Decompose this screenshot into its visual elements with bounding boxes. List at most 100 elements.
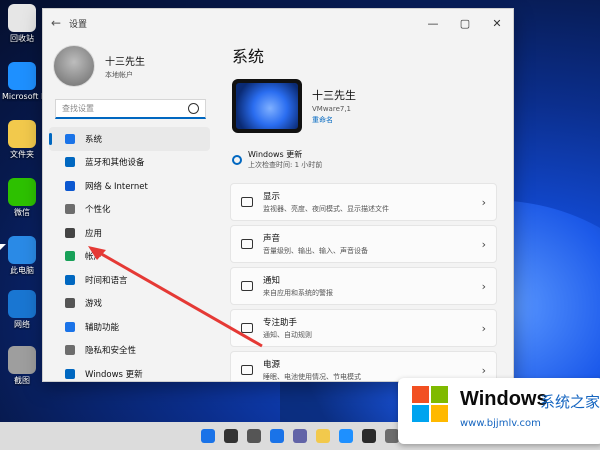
maximize-button[interactable]: ▢ — [449, 17, 481, 30]
sidebar-item[interactable]: 帐户 — [49, 245, 210, 269]
desktop-icon-label: 网络 — [14, 320, 30, 329]
profile: 十三先生 本地帐户 — [43, 37, 218, 87]
shield-icon — [65, 345, 75, 356]
card-title: 电源 — [263, 360, 281, 370]
chevron-right-icon: › — [481, 363, 486, 377]
chevron-right-icon: › — [481, 321, 486, 335]
desktop-icon[interactable]: 微信 — [2, 178, 42, 218]
mouse-cursor — [0, 244, 6, 250]
chevron-right-icon: › — [481, 237, 486, 251]
sidebar-item[interactable]: Windows 更新 — [49, 362, 210, 381]
sound-icon — [241, 239, 253, 249]
settings-card[interactable]: 专注助手通知、自动规则 › — [230, 309, 497, 347]
desktop-icon[interactable]: 截图 — [2, 346, 42, 386]
gamepad-icon — [65, 298, 75, 309]
sidebar-item-label: 网络 & Internet — [85, 181, 148, 192]
brush-icon — [65, 204, 75, 215]
device-thumbnail — [232, 79, 302, 133]
settings-card[interactable]: 显示 监视器、亮度、夜间模式、显示描述文件 › — [230, 183, 497, 221]
desktop-app-icon — [8, 120, 36, 148]
settings-cards: 显示 监视器、亮度、夜间模式、显示描述文件 › 声音 音量级别、输出、输入、声音设备 › 通… — [230, 183, 497, 381]
settings-card[interactable]: 声音 音量级别、输出、输入、声音设备 › — [230, 225, 497, 263]
start-icon[interactable] — [201, 429, 215, 443]
globe-icon — [65, 274, 75, 285]
update-subtitle: 上次检查时间: 1 小时前 — [248, 161, 323, 169]
card-title: 专注助手 — [263, 318, 298, 328]
settings-card[interactable]: 通知 来自应用和系统的警报 › — [230, 267, 497, 305]
taskview-icon[interactable] — [247, 429, 261, 443]
page-title: 系统 — [232, 47, 265, 66]
close-button[interactable]: ✕ — [481, 17, 513, 30]
widgets-icon[interactable] — [270, 429, 284, 443]
user-icon — [65, 251, 75, 262]
desktop-icon[interactable]: 网络 — [2, 290, 42, 330]
sidebar-nav: 系统蓝牙和其他设备 网络 & Internet 个性化应用帐户时间和语言游戏辅助功能… — [43, 127, 218, 381]
search-icon[interactable] — [224, 429, 238, 443]
chat-icon[interactable] — [293, 429, 307, 443]
minimize-button[interactable]: — — [417, 17, 449, 30]
windows-flag-icon — [412, 386, 450, 424]
update-icon — [65, 368, 75, 379]
bluetooth-icon — [65, 157, 75, 168]
sidebar-item[interactable]: 游戏 — [49, 292, 210, 316]
sidebar-item-label: 游戏 — [85, 299, 103, 310]
profile-account: 本地帐户 — [105, 70, 133, 79]
store-icon[interactable] — [362, 429, 376, 443]
title-bar: ← 设置 — ▢ ✕ — [43, 9, 513, 37]
desktop-icon[interactable]: 回收站 — [2, 4, 42, 44]
card-title: 通知 — [263, 276, 281, 286]
explorer-icon[interactable] — [316, 429, 330, 443]
settings-window: ← 设置 — ▢ ✕ 十三先生 本地帐户 查找设置 系统蓝牙和其他设备 网络 & … — [42, 8, 514, 382]
card-title: 显示 — [263, 192, 281, 202]
desktop-app-icon — [8, 290, 36, 318]
sidebar-item-label: 蓝牙和其他设备 — [85, 158, 145, 169]
settings-icon[interactable] — [385, 429, 399, 443]
desktop-icon-label: 此电脑 — [10, 266, 34, 275]
display-icon — [241, 197, 253, 207]
rename-link[interactable]: 重命名 — [312, 115, 356, 125]
device-model: VMware7,1 — [312, 105, 352, 113]
desktop-app-icon — [8, 62, 36, 90]
desktop-icon[interactable]: Microsoft Edge — [2, 62, 42, 102]
chevron-right-icon: › — [481, 279, 486, 293]
update-title: Windows 更新 — [248, 150, 303, 159]
sidebar-item-label: Windows 更新 — [85, 369, 143, 380]
sidebar-item-label: 帐户 — [85, 252, 103, 263]
desktop-icon[interactable]: 文件夹 — [2, 120, 42, 160]
moon-icon — [241, 323, 253, 333]
desktop-icon-label: 微信 — [14, 208, 30, 217]
sidebar-item-label: 辅助功能 — [85, 322, 120, 333]
sidebar-item[interactable]: 蓝牙和其他设备 — [49, 151, 210, 175]
desktop-icon[interactable]: 此电脑 — [2, 236, 42, 276]
desktop-icon-label: 回收站 — [10, 34, 34, 43]
avatar — [53, 45, 95, 87]
windows-update-status[interactable]: Windows 更新 上次检查时间: 1 小时前 — [232, 149, 513, 170]
main-content: 系统 十三先生 VMware7,1 重命名 Windows 更新 上次检查时间:… — [226, 37, 513, 381]
edge-icon[interactable] — [339, 429, 353, 443]
sidebar-item[interactable]: 网络 & Internet — [49, 174, 210, 198]
search-input[interactable]: 查找设置 — [55, 99, 206, 119]
bell-icon — [241, 281, 253, 291]
chevron-right-icon: › — [481, 195, 486, 209]
sidebar-item[interactable]: 时间和语言 — [49, 268, 210, 292]
wifi-icon — [65, 180, 75, 191]
desktop-icon-label: 文件夹 — [10, 150, 34, 159]
sidebar-item[interactable]: 应用 — [49, 221, 210, 245]
sidebar-item[interactable]: 系统 — [49, 127, 210, 151]
sidebar-item[interactable]: 辅助功能 — [49, 315, 210, 339]
profile-name: 十三先生 — [105, 56, 145, 68]
sidebar-item[interactable]: 隐私和安全性 — [49, 339, 210, 363]
card-subtitle: 通知、自动规则 — [263, 331, 312, 339]
back-arrow-icon[interactable]: ← — [43, 16, 69, 30]
sidebar-item[interactable]: 个性化 — [49, 198, 210, 222]
sidebar-item-label: 个性化 — [85, 205, 111, 216]
card-subtitle: 音量级别、输出、输入、声音设备 — [263, 247, 368, 255]
watermark-brand-cn: 系统之家 — [540, 393, 600, 411]
window-title: 设置 — [69, 19, 88, 30]
apps-icon — [65, 227, 75, 238]
search-placeholder: 查找设置 — [62, 104, 94, 113]
desktop-app-icon — [8, 346, 36, 374]
sidebar-item-label: 隐私和安全性 — [85, 346, 137, 357]
watermark-url: www.bjjmlv.com — [460, 418, 541, 429]
watermark-logo: Windows 系统之家 www.bjjmlv.com — [398, 378, 600, 444]
